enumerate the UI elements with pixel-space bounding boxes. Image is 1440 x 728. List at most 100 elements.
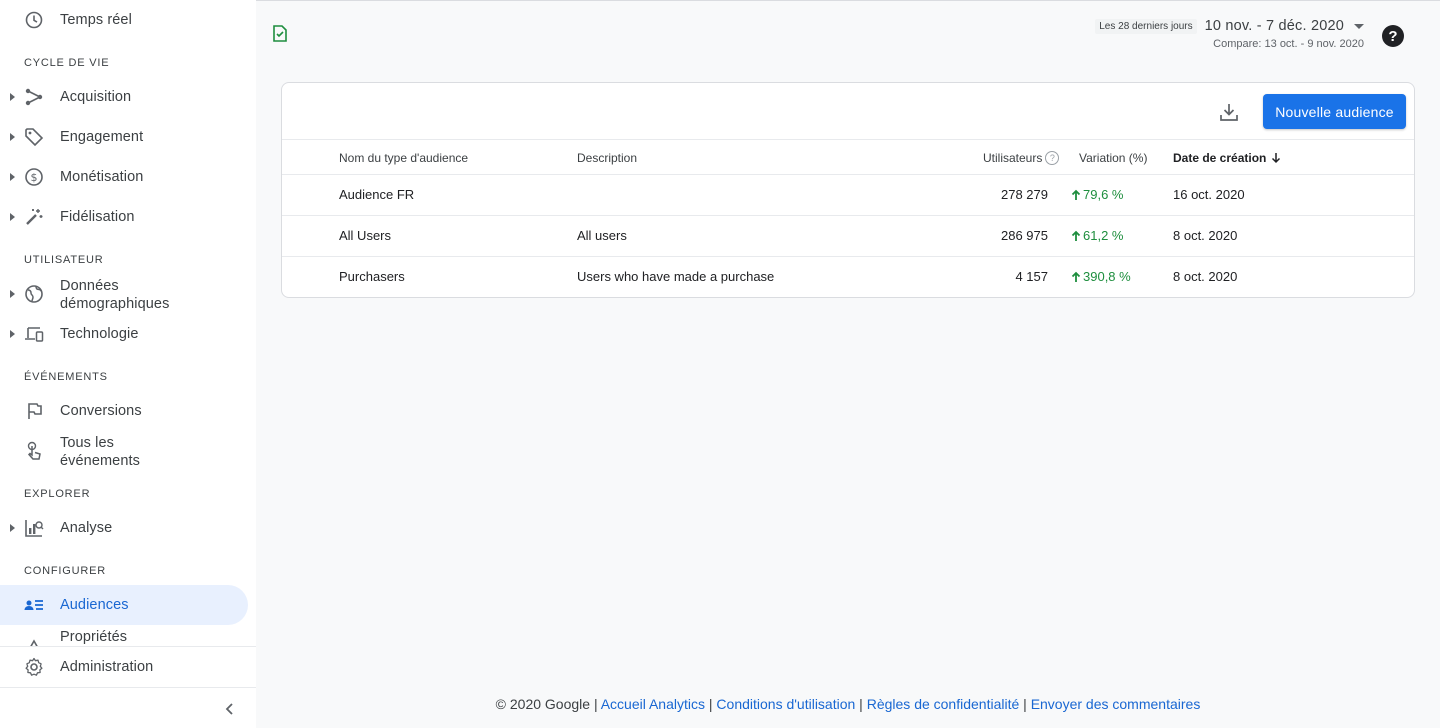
- cell-created: 8 oct. 2020: [1173, 228, 1238, 243]
- sidebar-item-properties[interactable]: Propriétés: [0, 625, 248, 647]
- variation-value: 79,6 %: [1083, 187, 1124, 202]
- date-range-label[interactable]: 10 nov. - 7 déc. 2020: [1205, 18, 1344, 34]
- footer-link-privacy[interactable]: Règles de confidentialité: [867, 696, 1020, 712]
- sidebar-item-label: Engagement: [60, 129, 144, 145]
- sidebar-item-conversions[interactable]: Conversions: [0, 391, 248, 431]
- sidebar-item-label: Technologie: [60, 326, 139, 342]
- variation-value: 61,2 %: [1083, 228, 1124, 243]
- expand-caret-icon[interactable]: [10, 290, 15, 298]
- expand-caret-icon[interactable]: [10, 93, 15, 101]
- column-header-label: Variation (%): [1079, 151, 1148, 165]
- verified-file-icon[interactable]: [271, 24, 289, 42]
- sidebar-item-label: événements: [60, 453, 140, 469]
- acquisition-icon: [24, 87, 44, 107]
- footer-link-feedback[interactable]: Envoyer des commentaires: [1031, 696, 1201, 712]
- sidebar-item-audiences[interactable]: Audiences: [0, 585, 248, 625]
- column-header-description[interactable]: Description: [577, 151, 637, 165]
- sidebar-item-label: Analyse: [60, 520, 113, 536]
- section-user: UTILISATEUR: [24, 254, 104, 266]
- chevron-left-icon: [225, 703, 233, 715]
- cell-description: All users: [577, 228, 627, 243]
- sidebar-item-label: Acquisition: [60, 89, 132, 105]
- column-header-created[interactable]: Date de création: [1173, 151, 1282, 165]
- clock-icon: [24, 10, 44, 30]
- cell-users: 4 157: [1015, 269, 1048, 284]
- caret-down-icon[interactable]: [1354, 23, 1364, 29]
- dollar-circle-icon: $: [24, 167, 44, 187]
- sidebar: Temps réel CYCLE DE VIE Acquisition Enga…: [0, 0, 256, 728]
- column-header-label: Nom du type d'audience: [339, 151, 469, 165]
- sidebar-item-label: Propriétés: [60, 629, 128, 645]
- expand-caret-icon[interactable]: [10, 213, 15, 221]
- sidebar-item-label: Monétisation: [60, 169, 144, 185]
- footer-separator: |: [855, 696, 867, 712]
- column-header-variation[interactable]: Variation (%): [1079, 151, 1147, 165]
- sidebar-item-label: Fidélisation: [60, 209, 135, 225]
- sidebar-item-acquisition[interactable]: Acquisition: [0, 77, 248, 117]
- magic-wand-icon: [24, 207, 44, 227]
- arrow-up-icon: [1071, 230, 1081, 241]
- table-row[interactable]: Purchasers Users who have made a purchas…: [282, 257, 1414, 298]
- footer-link-analytics-home[interactable]: Accueil Analytics: [601, 696, 705, 712]
- sidebar-item-monetization[interactable]: $ Monétisation: [0, 157, 248, 197]
- question-icon[interactable]: ?: [1045, 151, 1060, 165]
- sidebar-item-demographics[interactable]: Données démographiques: [0, 274, 248, 314]
- table-row[interactable]: Audience FR 278 279 79,6 % 16 oct. 2020: [282, 175, 1414, 216]
- footer-link-terms[interactable]: Conditions d'utilisation: [716, 696, 855, 712]
- sidebar-item-label: Conversions: [60, 403, 142, 419]
- sidebar-item-analysis[interactable]: Analyse: [0, 508, 248, 548]
- column-header-label: Utilisateurs: [983, 151, 1043, 165]
- expand-caret-icon[interactable]: [10, 173, 15, 181]
- table-row[interactable]: All Users All users 286 975 61,2 % 8 oct…: [282, 216, 1414, 257]
- cell-variation: 61,2 %: [1071, 228, 1123, 243]
- new-audience-button[interactable]: Nouvelle audience: [1263, 94, 1406, 129]
- sidebar-divider: [0, 687, 256, 688]
- tag-icon: [24, 127, 44, 147]
- footer-separator: |: [590, 696, 601, 712]
- flag-icon: [24, 401, 44, 421]
- audience-list-icon: [24, 595, 44, 615]
- column-header-users[interactable]: Utilisateurs ?: [983, 151, 1060, 165]
- cell-name[interactable]: Audience FR: [339, 187, 414, 202]
- section-explore: EXPLORER: [24, 488, 91, 500]
- footer-separator: |: [1019, 696, 1031, 712]
- section-lifecycle: CYCLE DE VIE: [24, 57, 110, 69]
- expand-caret-icon[interactable]: [10, 133, 15, 141]
- sidebar-item-label: Administration: [60, 659, 154, 675]
- compare-range-label: Compare: 13 oct. - 9 nov. 2020: [1213, 38, 1364, 50]
- cell-name[interactable]: Purchasers: [339, 269, 405, 284]
- date-range-picker[interactable]: Les 28 derniers jours 10 nov. - 7 déc. 2…: [1095, 18, 1364, 50]
- cell-variation: 390,8 %: [1071, 269, 1131, 284]
- cell-variation: 79,6 %: [1071, 187, 1123, 202]
- sidebar-item-retention[interactable]: Fidélisation: [0, 197, 248, 237]
- download-icon[interactable]: [1218, 101, 1240, 123]
- variation-value: 390,8 %: [1083, 269, 1131, 284]
- expand-caret-icon[interactable]: [10, 330, 15, 338]
- cell-description: Users who have made a purchase: [577, 269, 775, 284]
- sidebar-item-engagement[interactable]: Engagement: [0, 117, 248, 157]
- touch-icon: [24, 441, 44, 461]
- table-toolbar: Nouvelle audience: [282, 83, 1414, 140]
- column-header-name[interactable]: Nom du type d'audience: [339, 151, 468, 165]
- gear-icon: [24, 657, 44, 677]
- collapse-sidebar-button[interactable]: [218, 697, 242, 721]
- sort-descending-icon: [1272, 153, 1281, 164]
- cell-created: 16 oct. 2020: [1173, 187, 1245, 202]
- column-header-label: Description: [577, 151, 638, 165]
- sidebar-item-admin[interactable]: Administration: [0, 647, 248, 687]
- cell-users: 286 975: [1001, 228, 1048, 243]
- expand-caret-icon[interactable]: [10, 524, 15, 532]
- cell-name[interactable]: All Users: [339, 228, 391, 243]
- sidebar-item-technology[interactable]: Technologie: [0, 314, 248, 354]
- section-events: ÉVÉNEMENTS: [24, 371, 108, 383]
- section-configure: CONFIGURER: [24, 565, 106, 577]
- column-header-label: Date de création: [1173, 151, 1267, 165]
- cell-created: 8 oct. 2020: [1173, 269, 1238, 284]
- top-divider: [256, 0, 1440, 1]
- copyright-text: © 2020 Google: [495, 696, 591, 712]
- svg-text:$: $: [31, 171, 38, 184]
- help-icon[interactable]: ?: [1382, 25, 1404, 47]
- sidebar-item-all-events[interactable]: Tous les événements: [0, 431, 248, 471]
- sidebar-item-realtime[interactable]: Temps réel: [0, 0, 248, 40]
- sidebar-item-label: Tous les: [60, 435, 114, 451]
